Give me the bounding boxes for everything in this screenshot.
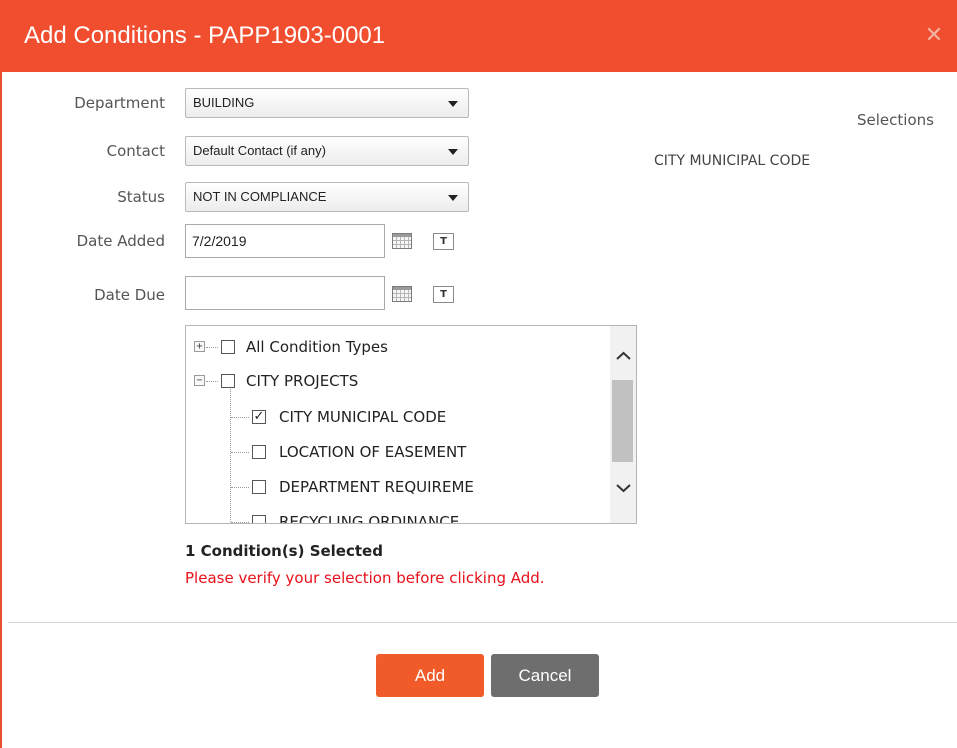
tree-item-location-of-easement[interactable]: LOCATION OF EASEMENT — [186, 435, 606, 469]
dialog-left-border — [0, 70, 2, 748]
tree-item-city-municipal-code[interactable]: ✓ CITY MUNICIPAL CODE — [186, 400, 606, 434]
tree-connector — [206, 381, 218, 382]
tree-item-city-projects[interactable]: − CITY PROJECTS — [186, 365, 606, 399]
tree-item-label: RECYCLING ORDINANCE — [279, 513, 460, 524]
status-label: Status — [117, 188, 165, 206]
dialog-title: Add Conditions - PAPP1903-0001 — [24, 22, 386, 49]
chevron-down-icon — [448, 195, 458, 201]
tree-item-department-requireme[interactable]: DEPARTMENT REQUIREME — [186, 470, 606, 504]
checkbox[interactable] — [252, 445, 266, 459]
tree-connector — [231, 417, 249, 418]
chevron-down-icon — [448, 149, 458, 155]
checkbox[interactable] — [221, 374, 235, 388]
tree-connector — [231, 487, 249, 488]
condition-type-tree[interactable]: + All Condition Types − CITY PROJECTS ✓ … — [185, 325, 637, 524]
checkbox-checked[interactable]: ✓ — [252, 410, 266, 424]
status-select[interactable]: NOT IN COMPLIANCE — [185, 182, 469, 212]
today-icon[interactable]: T — [433, 233, 454, 250]
contact-value: Default Contact (if any) — [193, 143, 326, 158]
today-icon[interactable]: T — [433, 286, 454, 303]
collapse-icon[interactable]: − — [194, 375, 205, 386]
date-due-label: Date Due — [94, 286, 165, 304]
department-value: BUILDING — [193, 95, 255, 110]
selected-count: 1 Condition(s) Selected — [185, 542, 383, 560]
date-due-input[interactable] — [185, 276, 385, 310]
dialog-titlebar: Add Conditions - PAPP1903-0001 ✕ — [0, 0, 957, 72]
close-icon[interactable]: ✕ — [920, 22, 948, 50]
calendar-icon[interactable] — [392, 233, 412, 249]
scroll-down-icon[interactable] — [610, 476, 636, 500]
tree-item-label: CITY MUNICIPAL CODE — [279, 408, 447, 426]
verify-warning: Please verify your selection before clic… — [185, 569, 545, 587]
contact-select[interactable]: Default Contact (if any) — [185, 136, 469, 166]
cancel-button[interactable]: Cancel — [491, 654, 599, 697]
department-select[interactable]: BUILDING — [185, 88, 469, 118]
tree-item-label: All Condition Types — [246, 338, 388, 356]
selection-item: CITY MUNICIPAL CODE — [654, 153, 811, 169]
checkbox[interactable] — [252, 515, 266, 523]
status-value: NOT IN COMPLIANCE — [193, 189, 327, 204]
tree-connector — [231, 452, 249, 453]
tree-connector — [231, 522, 249, 523]
checkbox[interactable] — [252, 480, 266, 494]
tree-item-label: DEPARTMENT REQUIREME — [279, 478, 474, 496]
chevron-down-icon — [448, 101, 458, 107]
scroll-up-icon[interactable] — [610, 344, 636, 368]
selections-heading: Selections — [857, 111, 934, 129]
footer-divider — [8, 622, 957, 623]
tree-item-label: LOCATION OF EASEMENT — [279, 443, 467, 461]
date-added-label: Date Added — [76, 232, 165, 250]
checkbox[interactable] — [221, 340, 235, 354]
tree-item-all-condition-types[interactable]: + All Condition Types — [186, 331, 606, 365]
tree-scrollbar[interactable] — [610, 326, 636, 523]
scroll-thumb[interactable] — [612, 380, 633, 462]
tree-connector — [206, 347, 218, 348]
tree-item-recycling-ordinance[interactable]: RECYCLING ORDINANCE — [186, 505, 606, 524]
calendar-icon[interactable] — [392, 286, 412, 302]
date-added-input[interactable]: 7/2/2019 — [185, 224, 385, 258]
add-button[interactable]: Add — [376, 654, 484, 697]
tree-item-label: CITY PROJECTS — [246, 372, 359, 390]
department-label: Department — [74, 94, 165, 112]
contact-label: Contact — [106, 142, 165, 160]
expand-icon[interactable]: + — [194, 341, 205, 352]
